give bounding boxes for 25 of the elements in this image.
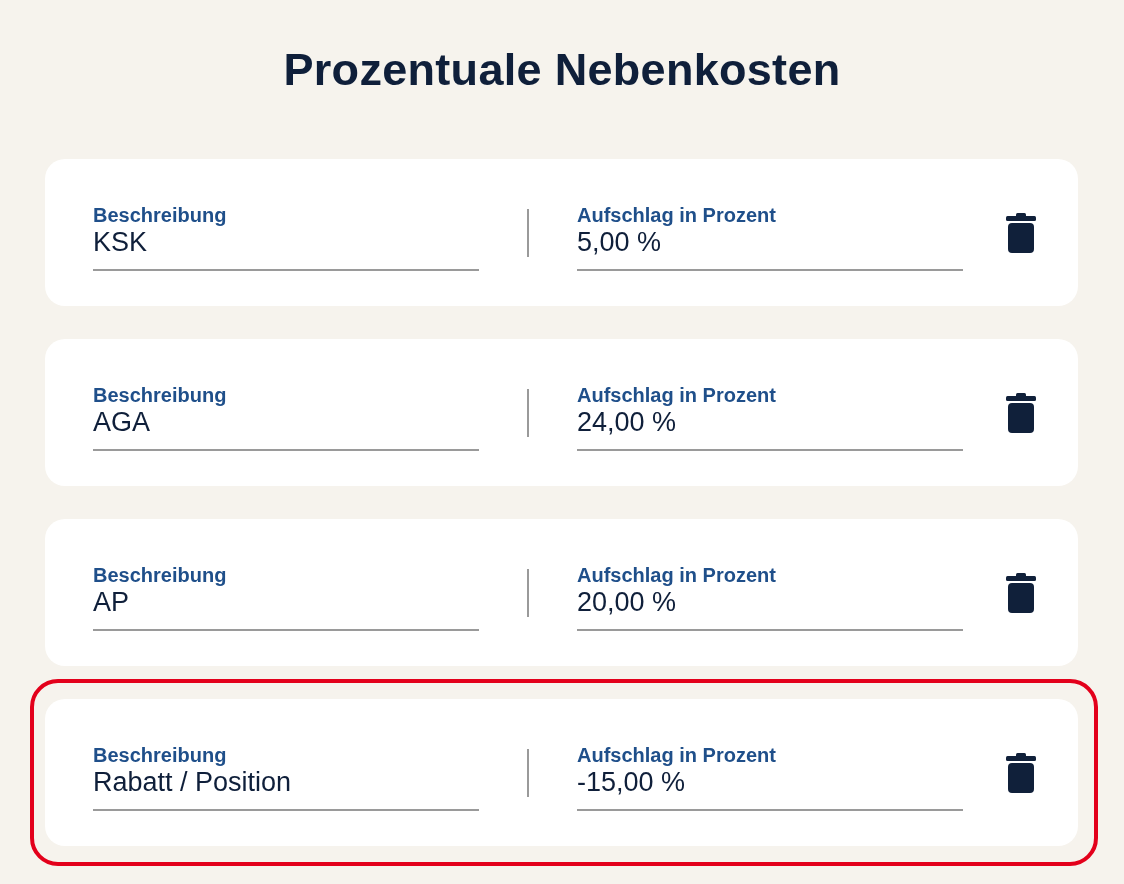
input-field[interactable]: 5,00 % bbox=[577, 226, 963, 271]
input-field[interactable]: KSK bbox=[93, 226, 479, 271]
input-field[interactable]: Rabatt / Position bbox=[93, 766, 479, 811]
delete-button[interactable] bbox=[1006, 212, 1036, 253]
input-field[interactable]: AGA bbox=[93, 406, 479, 451]
delete-button[interactable] bbox=[1006, 392, 1036, 433]
delete-button[interactable] bbox=[1006, 752, 1036, 793]
field-label: Aufschlag in Prozent bbox=[577, 562, 776, 587]
trash-icon bbox=[1006, 752, 1036, 793]
field-label: Aufschlag in Prozent bbox=[577, 202, 776, 227]
field-label: Beschreibung bbox=[93, 562, 227, 587]
trash-icon bbox=[1006, 392, 1036, 433]
page-title: Prozentuale Nebenkosten bbox=[282, 43, 842, 97]
field-label: Aufschlag in Prozent bbox=[577, 382, 776, 407]
delete-button[interactable] bbox=[1006, 572, 1036, 613]
field-label: Aufschlag in Prozent bbox=[577, 742, 776, 767]
input-field[interactable]: 20,00 % bbox=[577, 586, 963, 631]
trash-icon bbox=[1006, 572, 1036, 613]
input-field[interactable]: AP bbox=[93, 586, 479, 631]
input-field[interactable]: -15,00 % bbox=[577, 766, 963, 811]
input-field[interactable]: 24,00 % bbox=[577, 406, 963, 451]
field-label: Beschreibung bbox=[93, 742, 227, 767]
field-label: Beschreibung bbox=[93, 382, 227, 407]
trash-icon bbox=[1006, 212, 1036, 253]
field-label: Beschreibung bbox=[93, 202, 227, 227]
